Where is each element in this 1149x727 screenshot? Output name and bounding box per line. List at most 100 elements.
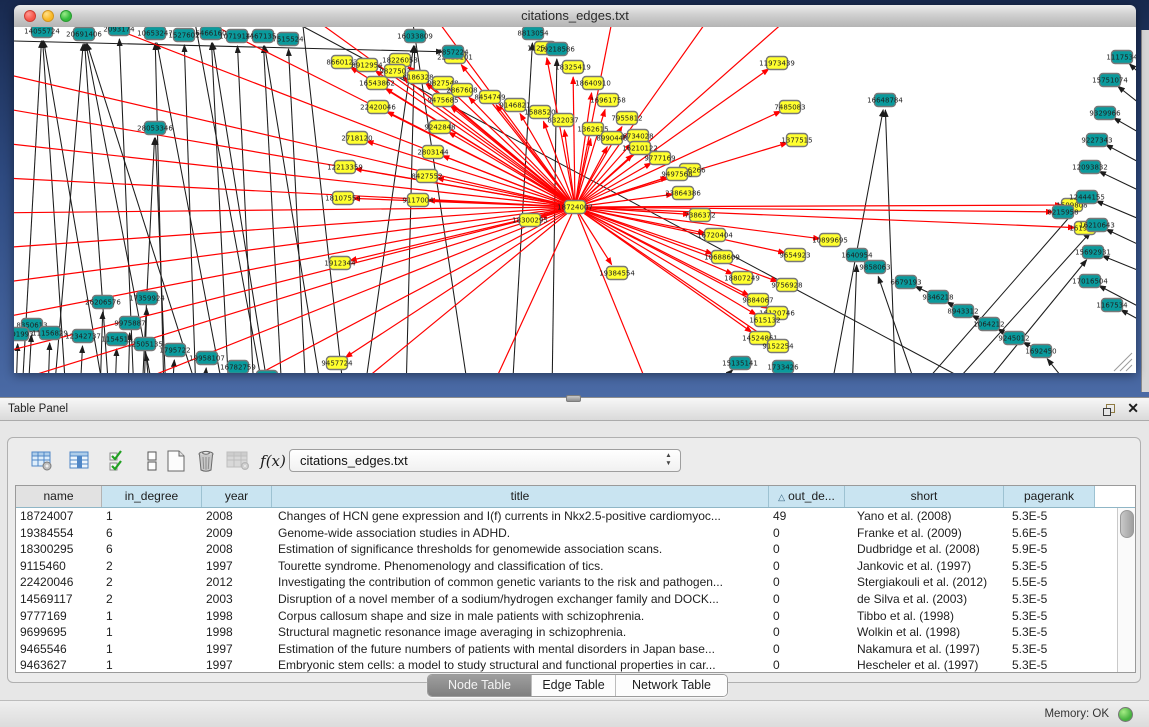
graph-edge-selected[interactable] (573, 77, 575, 207)
graph-node-17359924[interactable]: 17359924 (129, 292, 165, 305)
network-canvas[interactable]: 1872400786601238912954182260589827503165… (14, 27, 1136, 373)
graph-node-9497568[interactable]: 9497568 (661, 168, 692, 181)
graph-node-9475685[interactable]: 9475685 (427, 94, 458, 107)
graph-edge-selected[interactable] (14, 207, 575, 285)
graph-node-16033809[interactable]: 16033809 (397, 30, 433, 43)
graph-node-15135141[interactable]: 15135141 (722, 357, 758, 370)
graph-edge[interactable] (48, 343, 50, 373)
table-vertical-scrollbar[interactable] (1117, 508, 1135, 673)
network-graph[interactable]: 1872400786601238912954182260589827503165… (14, 27, 1136, 373)
graph-edge-selected[interactable] (575, 205, 1062, 207)
graph-node-12213359[interactable]: 12213359 (327, 161, 363, 174)
graph-node-19384554[interactable]: 19384554 (599, 267, 635, 280)
graph-node-22420046[interactable]: 22420046 (360, 101, 396, 114)
graph-node-9391993[interactable]: 9391993 (14, 328, 34, 341)
table-row[interactable]: 946362711997Embryonic stem cells: a mode… (16, 657, 1135, 673)
graph-edge-selected[interactable] (461, 65, 575, 207)
tab-network-table[interactable]: Network Table (616, 675, 727, 696)
graph-node-1615132[interactable]: 1615132 (749, 314, 780, 327)
graph-node-8322037[interactable]: 8322037 (547, 114, 578, 127)
graph-edge[interactable] (1121, 310, 1136, 345)
graph-edge[interactable] (184, 45, 196, 373)
graph-node-9884067[interactable]: 9884067 (742, 294, 773, 307)
graph-node-10688609[interactable]: 10688609 (704, 251, 740, 264)
graph-node-6734028[interactable]: 6734028 (622, 130, 653, 143)
graph-node-1912344[interactable]: 1912344 (324, 257, 356, 270)
graph-node-1795722[interactable]: 1795722 (159, 344, 190, 357)
row-mode-button[interactable] (140, 448, 164, 474)
graph-node-16543862[interactable]: 16543862 (359, 77, 395, 90)
graph-node-20691406[interactable]: 20691406 (66, 28, 102, 41)
table-row[interactable]: 911546021997Tourette syndrome. Phenomeno… (16, 558, 1135, 575)
graph-edge-selected[interactable] (484, 207, 575, 373)
graph-node-9457724[interactable]: 9457724 (321, 357, 353, 370)
graph-node-9242848[interactable]: 9242848 (424, 121, 455, 134)
graph-node-16648784[interactable]: 16648784 (867, 94, 903, 107)
table-selector-dropdown[interactable]: citations_edges.txt ▲▼ (289, 449, 681, 472)
graph-node-1692450[interactable]: 1692450 (1025, 345, 1056, 358)
graph-node-9777169[interactable]: 9777169 (644, 152, 675, 165)
table-row[interactable]: 969969511998Structural magnetic resonanc… (16, 624, 1135, 641)
graph-edge[interactable] (155, 138, 166, 373)
graph-edge-selected[interactable] (14, 207, 575, 213)
graph-node-9858063[interactable]: 9858063 (859, 261, 890, 274)
column-visibility-button[interactable] (68, 448, 92, 474)
graph-node-18325419[interactable]: 18325419 (555, 61, 591, 74)
graph-node-1117534[interactable]: 1117534 (1106, 51, 1136, 64)
graph-edge[interactable] (115, 349, 117, 373)
graph-edge-selected[interactable] (575, 27, 714, 207)
graph-node-8943312[interactable]: 8943312 (947, 305, 978, 318)
graph-node-8427552[interactable]: 8427552 (411, 170, 442, 183)
graph-node-18640910[interactable]: 18640910 (575, 77, 611, 90)
graph-node-10899695[interactable]: 10899695 (812, 234, 848, 247)
column-header-out_de[interactable]: △out_de... (769, 486, 845, 507)
graph-node-9227343[interactable]: 9227343 (1081, 134, 1112, 147)
resize-grip-icon[interactable] (1120, 359, 1132, 371)
graph-node-18107554[interactable]: 18107554 (325, 192, 361, 205)
column-header-short[interactable]: short (845, 486, 1004, 507)
graph-edge-selected[interactable] (74, 27, 575, 207)
graph-edge[interactable] (706, 370, 733, 373)
function-builder-button[interactable]: f(x) (258, 448, 288, 474)
graph-edge-selected[interactable] (575, 93, 592, 207)
graph-node-14055724[interactable]: 14055724 (24, 27, 60, 38)
graph-node-26206576[interactable]: 26206576 (85, 296, 121, 309)
panel-splitter-handle[interactable] (566, 395, 581, 402)
table-row[interactable]: 1456911722003Disruption of a novel membe… (16, 591, 1135, 608)
create-column-button[interactable] (164, 448, 188, 474)
column-header-title[interactable]: title (272, 486, 769, 507)
graph-edge[interactable] (1047, 359, 1076, 373)
graph-node-8813054[interactable]: 8813054 (517, 27, 549, 40)
network-window-titlebar[interactable]: citations_edges.txt (14, 5, 1136, 28)
graph-node-9152254[interactable]: 9152254 (762, 340, 794, 353)
graph-edge[interactable] (54, 44, 83, 373)
graph-edge[interactable] (213, 43, 269, 373)
tab-edge-table[interactable]: Edge Table (532, 675, 616, 696)
tab-node-table[interactable]: Node Table (428, 675, 532, 696)
table-row[interactable]: 2242004622012Investigating the contribut… (16, 574, 1135, 591)
graph-edge[interactable] (1099, 171, 1136, 211)
graph-edge-selected[interactable] (189, 27, 575, 207)
table-row[interactable]: 946554611997Estimation of the future num… (16, 641, 1135, 658)
column-header-in_degree[interactable]: in_degree (102, 486, 202, 507)
table-mode-button[interactable] (30, 448, 54, 474)
float-panel-icon[interactable] (1103, 404, 1115, 416)
column-selection-button[interactable] (106, 448, 130, 474)
graph-node-17016504[interactable]: 17016504 (1072, 275, 1108, 288)
resize-grip-icon[interactable] (1126, 365, 1132, 371)
graph-node-23864386[interactable]: 23864386 (665, 187, 701, 200)
graph-node-1167534[interactable]: 1167534 (1096, 299, 1128, 312)
close-panel-icon[interactable]: ✕ (1127, 400, 1139, 417)
graph-node-16782759[interactable]: 16782759 (220, 361, 256, 374)
graph-edge-selected[interactable] (575, 207, 612, 265)
graph-node-9346218[interactable]: 9346218 (922, 291, 953, 304)
graph-node-1640954[interactable]: 1640954 (841, 249, 873, 262)
graph-edge[interactable] (852, 265, 857, 373)
graph-node-7386372[interactable]: 7386372 (684, 209, 715, 222)
table-row[interactable]: 1938455462009Genome-wide association stu… (16, 525, 1135, 542)
graph-edge[interactable] (194, 27, 264, 373)
graph-node-7955812[interactable]: 7955812 (611, 112, 642, 125)
column-header-year[interactable]: year (202, 486, 272, 507)
graph-node-12342737[interactable]: 12342737 (65, 330, 101, 343)
graph-edge[interactable] (204, 368, 206, 373)
